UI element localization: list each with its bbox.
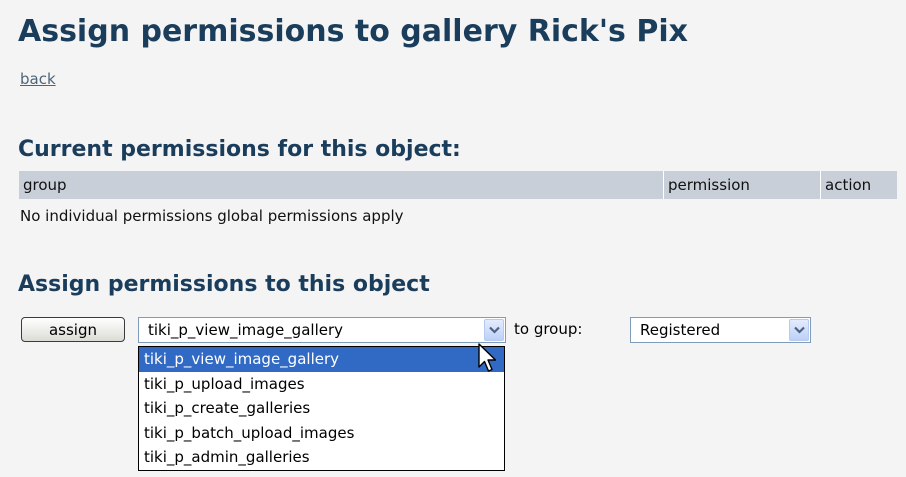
chevron-down-icon[interactable] <box>789 319 809 341</box>
dropdown-option-view-image-gallery[interactable]: tiki_p_view_image_gallery <box>139 347 504 372</box>
column-header-permission: permission <box>663 171 821 199</box>
chevron-down-icon[interactable] <box>484 319 504 341</box>
permission-dropdown-list: tiki_p_view_image_gallery tiki_p_upload_… <box>138 346 505 471</box>
group-select[interactable]: Registered <box>630 317 811 343</box>
assign-button[interactable]: assign <box>21 317 125 342</box>
page-title: Assign permissions to gallery Rick's Pix <box>18 14 688 49</box>
group-select-value: Registered <box>640 321 721 339</box>
to-group-label: to group: <box>514 320 583 338</box>
mouse-pointer-icon <box>478 343 497 372</box>
dropdown-option-upload-images[interactable]: tiki_p_upload_images <box>139 372 504 397</box>
dropdown-option-batch-upload-images[interactable]: tiki_p_batch_upload_images <box>139 421 504 446</box>
current-permissions-heading: Current permissions for this object: <box>18 137 461 162</box>
empty-permissions-message: No individual permissions global permiss… <box>20 207 404 225</box>
assign-permissions-heading: Assign permissions to this object <box>18 272 430 297</box>
table-header-row: group permission action <box>19 171 897 199</box>
dropdown-option-admin-galleries[interactable]: tiki_p_admin_galleries <box>139 445 504 470</box>
column-header-action: action <box>820 171 897 199</box>
column-header-group: group <box>19 171 664 199</box>
back-link[interactable]: back <box>20 70 56 88</box>
current-permissions-table: group permission action <box>19 171 897 199</box>
dropdown-option-create-galleries[interactable]: tiki_p_create_galleries <box>139 396 504 421</box>
permission-select-value: tiki_p_view_image_gallery <box>148 321 344 339</box>
permission-select[interactable]: tiki_p_view_image_gallery <box>138 317 506 343</box>
